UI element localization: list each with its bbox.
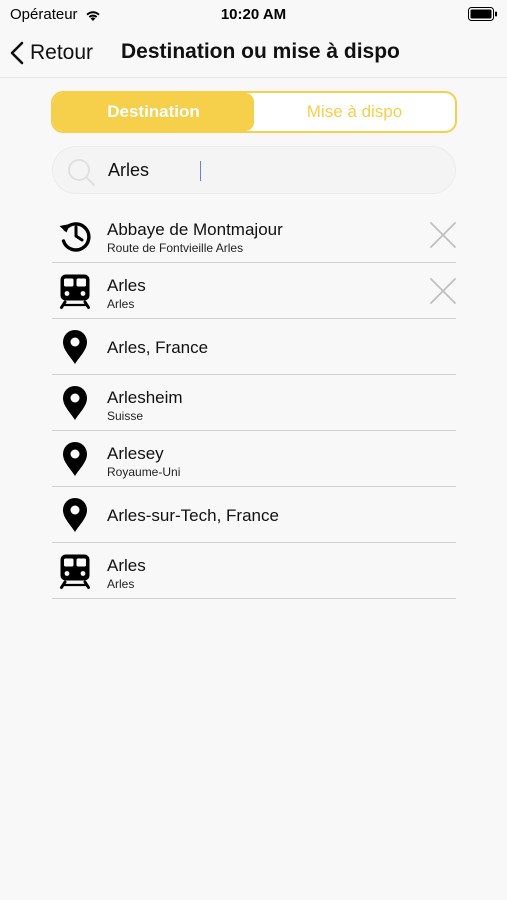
train-icon (57, 273, 93, 309)
list-item[interactable]: Arlesheim Suisse (52, 375, 456, 431)
list-item[interactable]: Arles Arles (52, 543, 456, 599)
result-name: Arlesey (107, 444, 164, 463)
list-item[interactable]: Arles, France (52, 319, 456, 375)
history-icon (57, 217, 93, 253)
back-label: Retour (30, 41, 94, 64)
location-pin-icon (57, 329, 93, 365)
results-list: Abbaye de Montmajour Route de Fontvieill… (52, 207, 456, 599)
search-field (52, 146, 456, 194)
back-button[interactable]: Retour (10, 38, 93, 68)
close-icon[interactable] (430, 222, 456, 248)
location-pin-icon (57, 441, 93, 477)
status-bar: Opérateur 10:20 AM (0, 0, 507, 28)
result-subtitle: Suisse (107, 409, 144, 423)
text-cursor (200, 161, 201, 181)
status-time: 10:20 AM (220, 6, 287, 23)
list-item[interactable]: Arlesey Royaume-Uni (52, 431, 456, 487)
location-pin-icon (57, 497, 93, 533)
result-name: Arles (107, 556, 146, 575)
list-item[interactable]: Abbaye de Montmajour Route de Fontvieill… (52, 207, 456, 263)
segment-mise-a-dispo[interactable]: Mise à dispo (254, 93, 455, 131)
navigation-bar: Retour Destination ou mise à dispo (0, 28, 507, 78)
search-input[interactable] (108, 155, 438, 185)
battery-icon (468, 7, 497, 21)
list-item[interactable]: Arles-sur-Tech, France (52, 487, 456, 543)
segment-destination[interactable]: Destination (53, 93, 254, 131)
result-name: Arlesheim (107, 388, 183, 407)
chevron-left-icon (10, 41, 24, 65)
result-subtitle: Arles (107, 577, 135, 591)
result-name: Abbaye de Montmajour (107, 220, 283, 239)
result-subtitle: Route de Fontvieille Arles (107, 241, 244, 255)
result-subtitle: Royaume-Uni (107, 465, 181, 479)
segmented-control: Destination Mise à dispo (51, 91, 457, 133)
result-name: Arles (107, 276, 146, 295)
result-name: Arles, France (107, 338, 209, 357)
train-icon (57, 553, 93, 589)
result-subtitle: Arles (107, 297, 135, 311)
list-item[interactable]: Arles Arles (52, 263, 456, 319)
location-pin-icon (57, 385, 93, 421)
page-title: Destination ou mise à dispo (121, 40, 400, 63)
close-icon[interactable] (430, 278, 456, 304)
result-name: Arles-sur-Tech, France (107, 506, 279, 525)
search-icon (68, 159, 95, 186)
